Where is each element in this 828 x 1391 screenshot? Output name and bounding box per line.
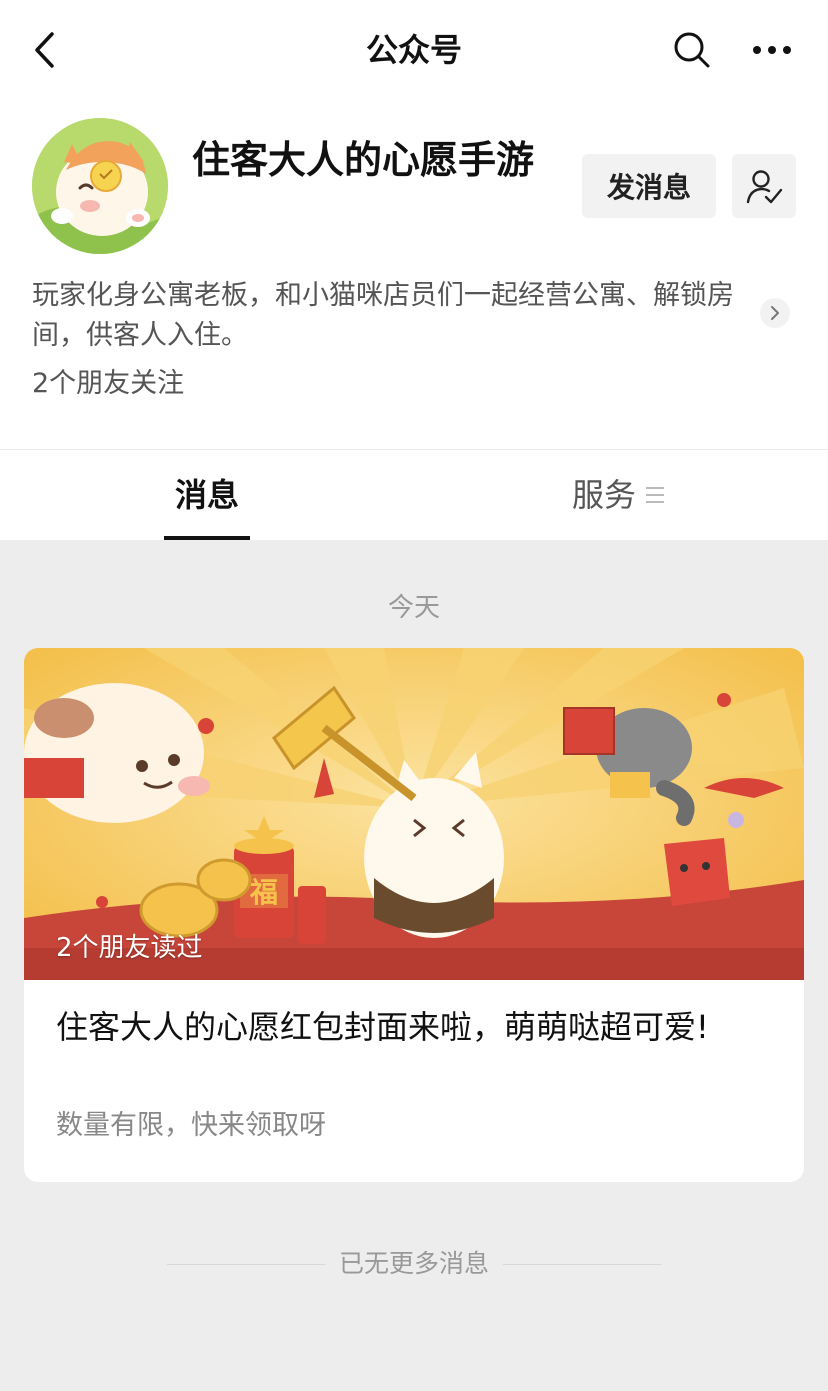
cover-sign-text: 福 [249,876,278,909]
divider-line-right [503,1263,661,1265]
article-subtitle: 数量有限，快来领取呀 [56,1110,326,1141]
article-card[interactable]: 福 2个朋友读过 住客大人的心愿红包封面来啦，萌萌哒超可爱! 数量有限，快来领取… [24,648,804,1182]
more-button[interactable] [748,30,796,70]
tab-active-indicator [164,536,250,540]
tab-messages[interactable]: 消息 [164,470,250,520]
followed-button[interactable] [732,154,796,218]
end-of-messages-label: 已无更多消息 [338,1249,489,1278]
chevron-right-icon [771,306,779,320]
account-description: 玩家化身公寓老板，和小猫咪店员们一起经营公寓、解锁房间，供客人入住。 [32,280,734,351]
end-of-messages: 已无更多消息 [0,1244,828,1284]
account-name: 住客大人的心愿手游 [192,138,535,182]
account-avatar[interactable] [32,118,168,254]
friends-following-count[interactable]: 2个朋友关注 [32,364,184,404]
date-separator: 今天 [387,593,440,623]
description-expand-button[interactable] [760,298,790,328]
tab-services[interactable]: 服务 [572,470,665,520]
more-icon [753,46,791,54]
search-icon [674,32,710,68]
search-button[interactable] [672,30,712,70]
article-title[interactable]: 住客大人的心愿红包封面来啦，萌萌哒超可爱! [56,1002,756,1052]
account-header-panel: 公众号 住客大人的心愿手游 发消息 玩家化身公寓老板，和小猫咪店员们一起经营公寓… [0,0,828,540]
divider [0,449,828,450]
friends-read-count: 2个朋友读过 [56,933,203,963]
divider-line-left [166,1263,325,1265]
send-message-button[interactable]: 发消息 [582,154,716,218]
tab-services-label: 服务 [572,476,637,514]
menu-icon [646,487,665,503]
user-check-icon [746,170,783,204]
nav-bar: 公众号 [0,0,828,100]
